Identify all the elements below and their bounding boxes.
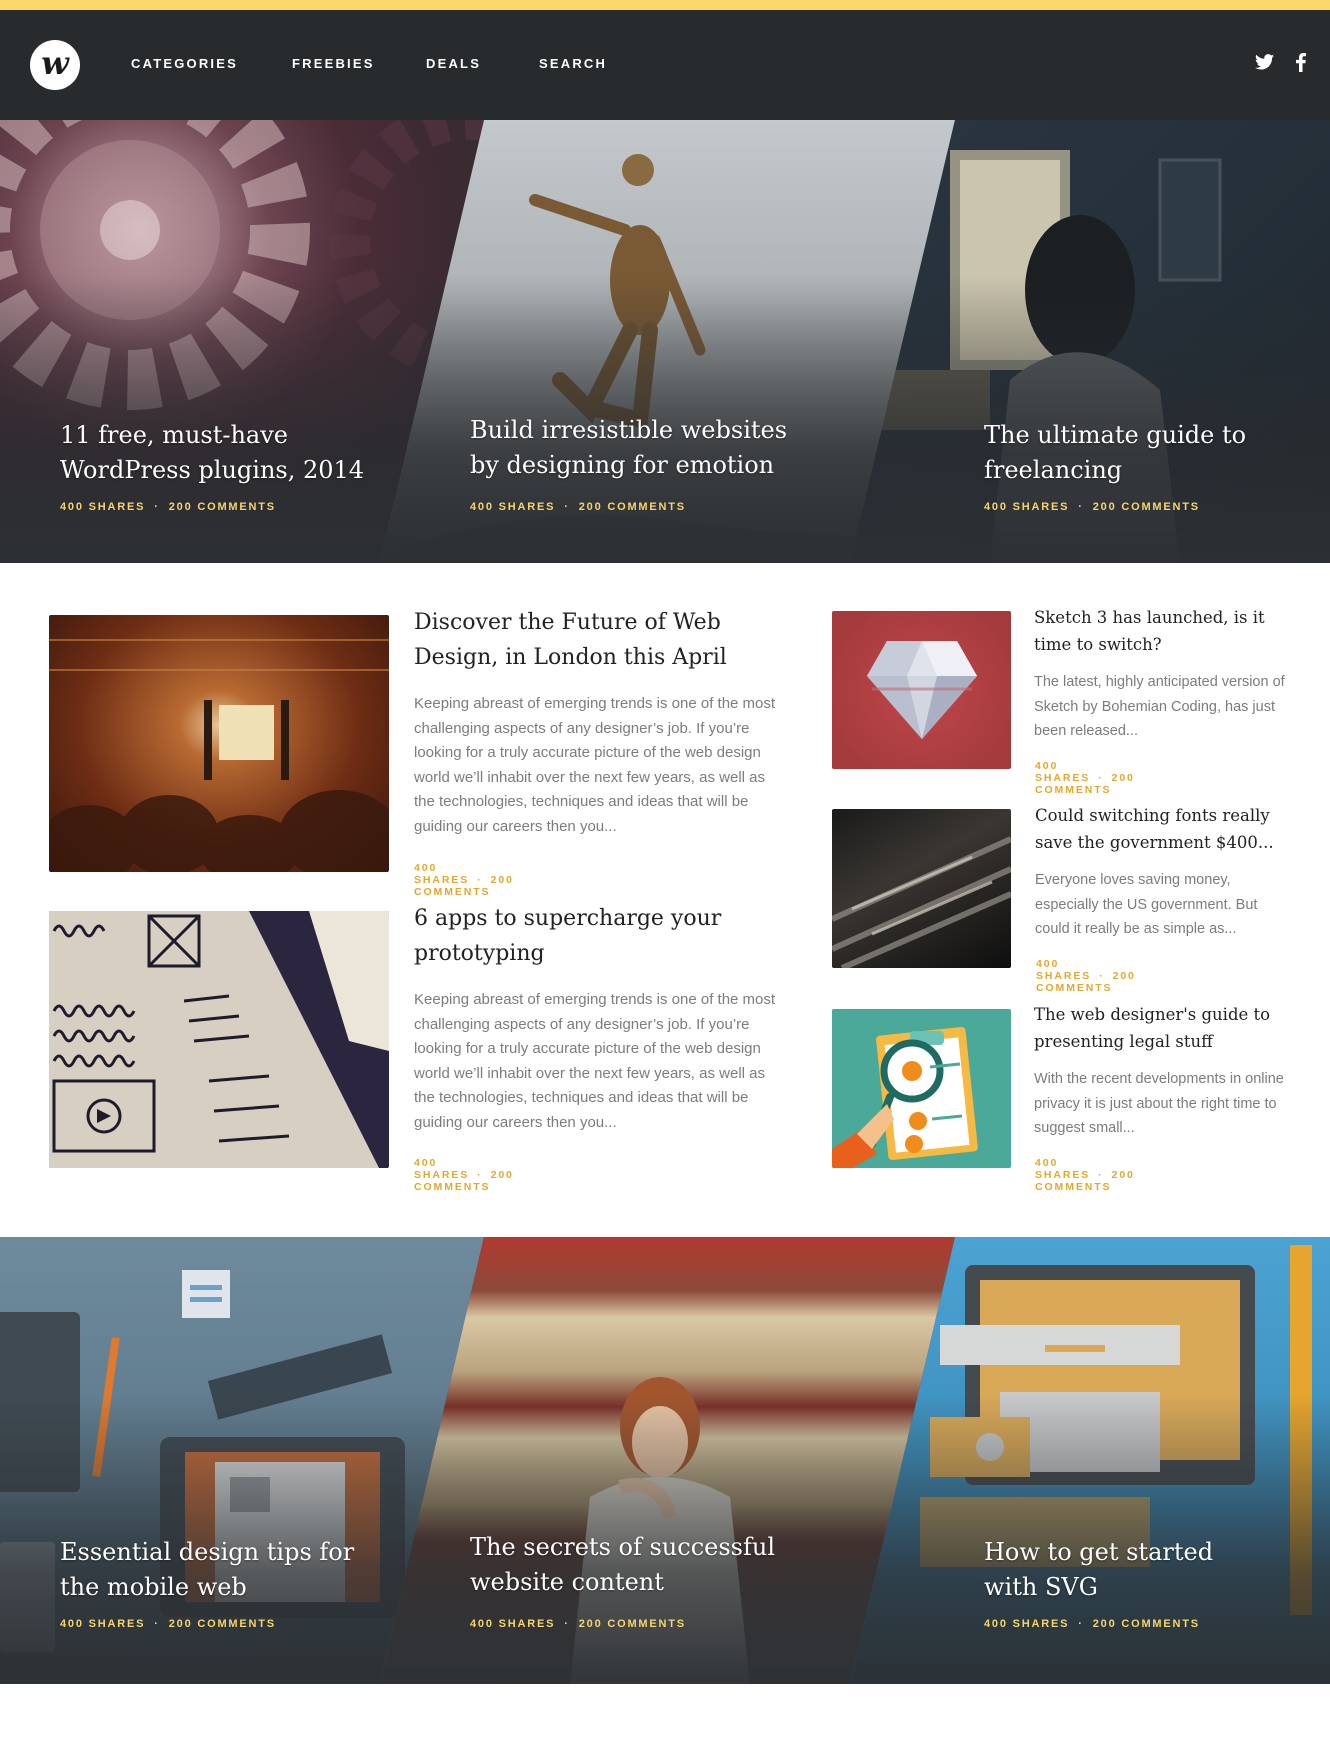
shares-count[interactable]: 400 SHARES <box>984 501 1069 513</box>
meta-separator: · <box>477 1169 483 1181</box>
hero-bottom: Essential design tips for the mobile web… <box>0 1237 1330 1684</box>
article-excerpt: Keeping abreast of emerging trends is on… <box>414 695 776 835</box>
article-excerpt: With the recent developments in online p… <box>1034 1071 1284 1136</box>
hero-article-title[interactable]: Build irresistible websites by designing… <box>470 413 810 483</box>
article-meta: 400 SHARES · 200 COMMENTS <box>1035 1157 1135 1193</box>
shares-count[interactable]: 400 SHARES <box>414 862 469 886</box>
facebook-icon <box>1296 52 1306 72</box>
shares-count[interactable]: 400 SHARES <box>1035 760 1090 784</box>
article-title[interactable]: 6 apps to supercharge your prototyping <box>414 901 754 971</box>
article-meta: 400 SHARES · 200 COMMENTS <box>414 1157 514 1193</box>
hero-article: The ultimate guide to freelancing 400 SH… <box>984 418 1284 513</box>
article-excerpt: Everyone loves saving money, especially … <box>1035 872 1258 937</box>
article-meta: 400 SHARES · 200 COMMENTS <box>414 862 514 898</box>
meta-separator: · <box>1098 1169 1104 1181</box>
meta-separator: · <box>564 1618 570 1630</box>
article-title[interactable]: Discover the Future of Web Design, in Lo… <box>414 605 754 675</box>
comments-count[interactable]: 200 COMMENTS <box>169 501 276 513</box>
hero-article: 11 free, must-have WordPress plugins, 20… <box>60 418 400 513</box>
article-thumbnail[interactable] <box>832 611 1011 769</box>
shares-count[interactable]: 400 SHARES <box>60 501 145 513</box>
article-meta: 400 SHARES · 200 COMMENTS <box>470 1618 810 1630</box>
hero-article-title[interactable]: How to get started with SVG <box>984 1535 1244 1605</box>
article-thumbnail[interactable] <box>49 911 389 1168</box>
comments-count[interactable]: 200 COMMENTS <box>169 1618 276 1630</box>
hero-article: Build irresistible websites by designing… <box>470 413 810 513</box>
comments-count[interactable]: 200 COMMENTS <box>1093 501 1200 513</box>
article-meta: 400 SHARES · 200 COMMENTS <box>1036 958 1136 994</box>
meta-separator: · <box>1078 501 1084 513</box>
site-header: w CATEGORIES FREEBIES DEALS SEARCH <box>0 10 1330 120</box>
nav-freebies[interactable]: FREEBIES <box>292 56 375 71</box>
nav-search[interactable]: SEARCH <box>539 56 607 71</box>
hero-article-title[interactable]: 11 free, must-have WordPress plugins, 20… <box>60 418 400 488</box>
article-meta: 400 SHARES · 200 COMMENTS <box>1035 760 1135 796</box>
twitter-icon <box>1254 54 1274 70</box>
facebook-button[interactable] <box>1289 50 1313 74</box>
nav-categories[interactable]: CATEGORIES <box>131 56 238 71</box>
meta-separator: · <box>154 501 160 513</box>
comments-count[interactable]: 200 COMMENTS <box>579 501 686 513</box>
article-title[interactable]: Sketch 3 has launched, is it time to swi… <box>1034 604 1284 658</box>
hero-article-title[interactable]: The ultimate guide to freelancing <box>984 418 1284 488</box>
shares-count[interactable]: 400 SHARES <box>1035 1157 1090 1181</box>
nav-deals[interactable]: DEALS <box>426 56 481 71</box>
hero-article: Essential design tips for the mobile web… <box>60 1535 400 1630</box>
wireframe-sketch-photo <box>49 911 389 1168</box>
article-meta: 400 SHARES · 200 COMMENTS <box>984 501 1284 513</box>
logo-letter: w <box>41 44 69 82</box>
meta-separator: · <box>1099 970 1105 982</box>
hero-article-title[interactable]: Essential design tips for the mobile web <box>60 1535 400 1605</box>
article-excerpt: Keeping abreast of emerging trends is on… <box>414 991 776 1131</box>
meta-separator: · <box>564 501 570 513</box>
shares-count[interactable]: 400 SHARES <box>60 1618 145 1630</box>
article-title[interactable]: Could switching fonts really save the go… <box>1035 802 1285 856</box>
shares-count[interactable]: 400 SHARES <box>470 1618 555 1630</box>
hero-article: The secrets of successful website conten… <box>470 1530 810 1630</box>
comments-count[interactable]: 200 COMMENTS <box>579 1618 686 1630</box>
meta-separator: · <box>477 874 483 886</box>
shares-count[interactable]: 400 SHARES <box>1036 958 1091 982</box>
hero-article: How to get started with SVG 400 SHARES · 2… <box>984 1535 1244 1630</box>
meta-separator: · <box>1098 772 1104 784</box>
shares-count[interactable]: 400 SHARES <box>414 1157 469 1181</box>
article-meta: 400 SHARES · 200 COMMENTS <box>60 501 400 513</box>
hero-top: 11 free, must-have WordPress plugins, 20… <box>0 120 1330 563</box>
sketch-diamond-icon <box>867 641 977 739</box>
shares-count[interactable]: 400 SHARES <box>984 1618 1069 1630</box>
site-logo[interactable]: w <box>30 40 80 90</box>
article-meta: 400 SHARES · 200 COMMENTS <box>470 501 810 513</box>
conference-photo <box>49 639 389 872</box>
article-meta: 400 SHARES · 200 COMMENTS <box>984 1618 1244 1630</box>
comments-count[interactable]: 200 COMMENTS <box>1093 1618 1200 1630</box>
accent-bar <box>0 0 1330 10</box>
article-thumbnail[interactable] <box>49 615 389 872</box>
article-thumbnail[interactable] <box>832 809 1011 968</box>
metal-type-photo <box>832 836 1011 968</box>
article-thumbnail[interactable] <box>832 1009 1011 1168</box>
meta-separator: · <box>154 1618 160 1630</box>
hero-article-title[interactable]: The secrets of successful website conten… <box>470 1530 810 1600</box>
meta-separator: · <box>1078 1618 1084 1630</box>
article-meta: 400 SHARES · 200 COMMENTS <box>60 1618 400 1630</box>
shares-count[interactable]: 400 SHARES <box>470 501 555 513</box>
article-excerpt: The latest, highly anticipated version o… <box>1034 674 1285 739</box>
twitter-button[interactable] <box>1252 50 1276 74</box>
clipboard-checklist-icon <box>832 1027 978 1168</box>
article-title[interactable]: The web designer's guide to presenting l… <box>1034 1001 1284 1055</box>
